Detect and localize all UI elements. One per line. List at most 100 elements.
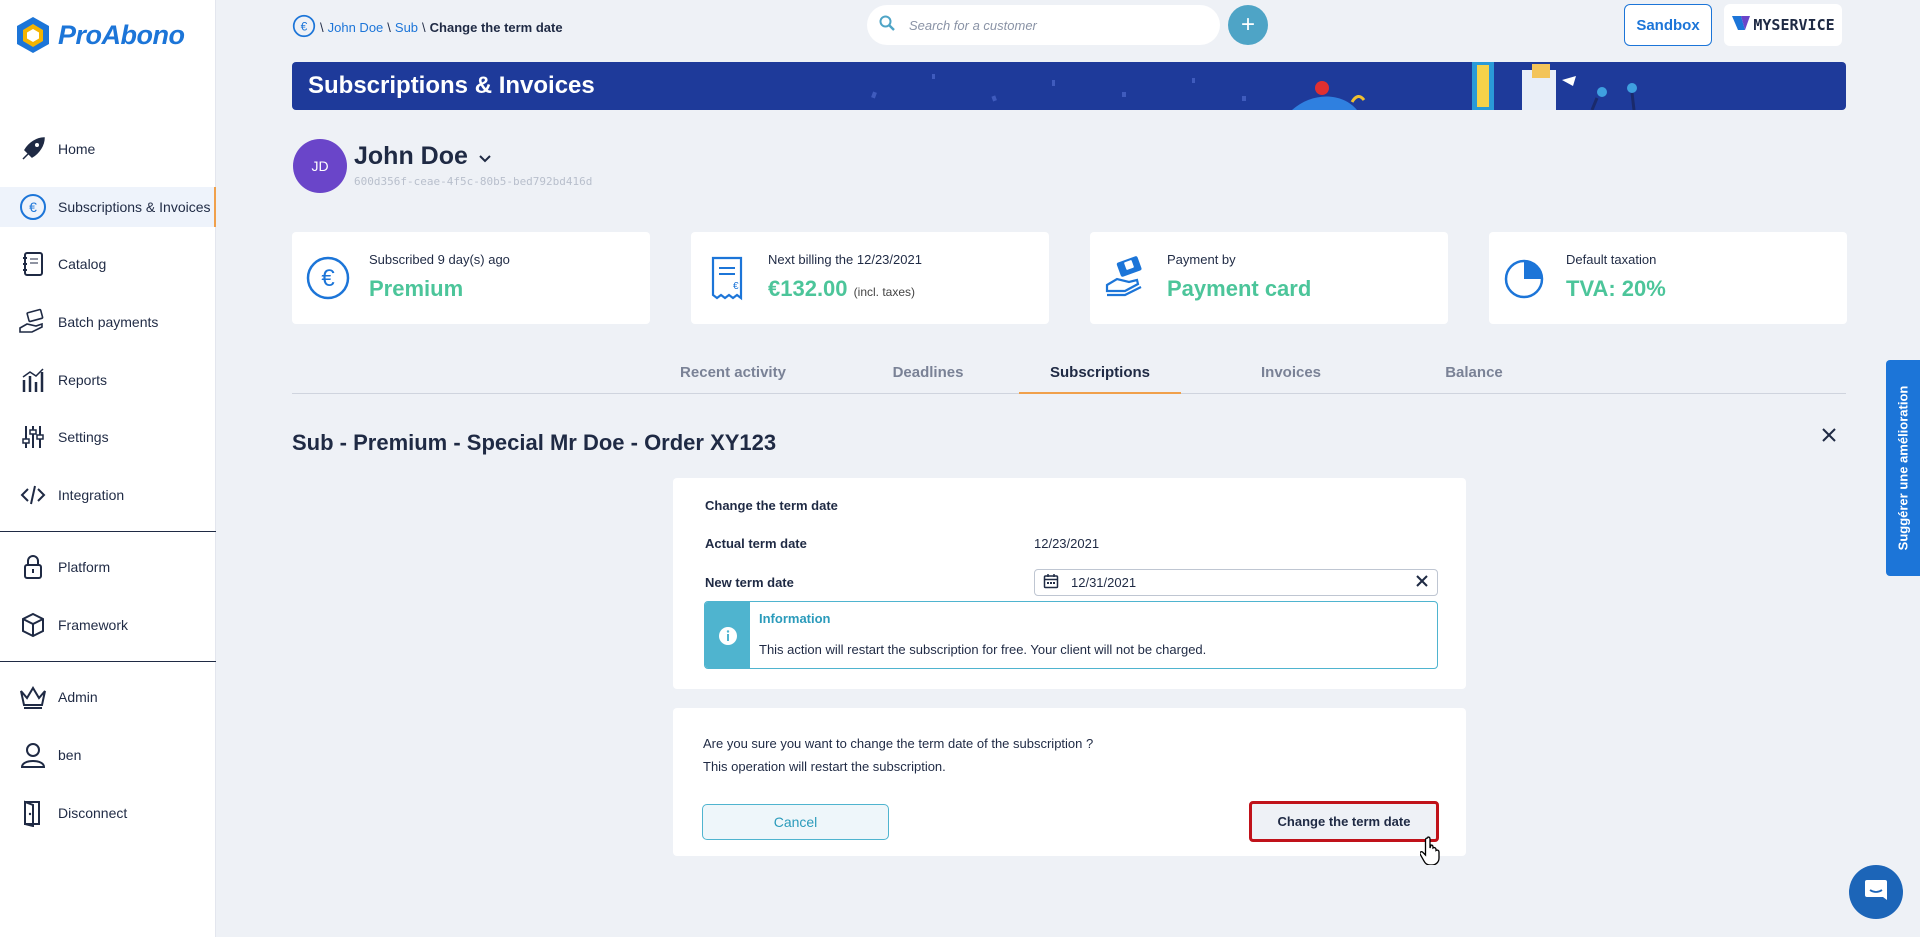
euro-icon: € — [304, 254, 352, 302]
breadcrumb: € \ John Doe \ Sub \ Change the term dat… — [292, 14, 563, 41]
sidebar-item-label: Integration — [58, 487, 125, 503]
sandbox-button[interactable]: Sandbox — [1624, 4, 1712, 46]
euro-icon: € — [18, 192, 48, 222]
sidebar-item-catalog[interactable]: Catalog — [0, 244, 216, 284]
page-banner: Subscriptions & Invoices — [292, 62, 1846, 110]
sidebar-item-label: Subscriptions & Invoices — [58, 199, 211, 215]
summary-card-payment[interactable]: Payment by Payment card — [1090, 232, 1448, 324]
breadcrumb-link-sub[interactable]: Sub — [395, 20, 418, 35]
card-value: TVA: 20% — [1566, 276, 1666, 301]
sidebar-item-integration[interactable]: Integration — [0, 475, 216, 515]
svg-text:€: € — [321, 265, 335, 292]
sidebar-item-label: Batch payments — [58, 314, 159, 330]
customer-name-text: John Doe — [354, 142, 468, 170]
account-name: MYSERVICE — [1753, 16, 1835, 34]
tab-invoices[interactable]: Invoices — [1211, 364, 1371, 394]
svg-text:€: € — [733, 281, 739, 292]
sidebar-divider — [0, 661, 216, 662]
chevron-down-icon[interactable] — [478, 142, 492, 171]
sidebar-item-reports[interactable]: Reports — [0, 360, 216, 400]
sidebar-item-home[interactable]: Home — [0, 129, 216, 169]
sidebar-item-settings[interactable]: Settings — [0, 417, 216, 457]
information-alert: Information This action will restart the… — [704, 601, 1438, 669]
breadcrumb-current: Change the term date — [429, 20, 563, 35]
clear-icon[interactable] — [1415, 573, 1429, 591]
add-button[interactable]: + — [1228, 5, 1268, 45]
sidebar-divider — [0, 531, 216, 532]
summary-card-subscription[interactable]: € Subscribed 9 day(s) ago Premium — [292, 232, 650, 324]
sidebar-item-label: Admin — [58, 689, 98, 705]
lock-icon — [18, 552, 48, 582]
tab-balance[interactable]: Balance — [1394, 364, 1554, 394]
breadcrumb-separator: \ — [387, 20, 391, 35]
logo[interactable]: ProAbono — [16, 16, 185, 54]
tab-recent-activity[interactable]: Recent activity — [648, 364, 818, 394]
new-term-date-label: New term date — [705, 575, 794, 590]
form-heading: Change the term date — [705, 498, 838, 513]
change-term-date-button[interactable]: Change the term date — [1249, 801, 1439, 842]
chat-launcher[interactable] — [1849, 865, 1903, 919]
crown-icon — [18, 682, 48, 712]
euro-icon[interactable]: € — [292, 14, 316, 41]
new-term-date-value: 12/31/2021 — [1071, 575, 1137, 590]
actual-term-date-label: Actual term date — [705, 536, 807, 551]
sidebar-item-label: ben — [58, 747, 82, 763]
confirm-warning: This operation will restart the subscrip… — [703, 759, 946, 774]
calendar-icon[interactable] — [1043, 573, 1059, 592]
sidebar-item-disconnect[interactable]: Disconnect — [0, 793, 216, 833]
breadcrumb-separator: \ — [320, 20, 324, 35]
customer-search[interactable] — [867, 5, 1220, 45]
sidebar-item-label: Platform — [58, 559, 111, 575]
suggest-improvement-label: Suggérer une amélioration — [1895, 385, 1911, 551]
breadcrumb-link-customer[interactable]: John Doe — [328, 20, 384, 35]
sidebar-item-subscriptions[interactable]: € Subscriptions & Invoices — [0, 187, 216, 227]
info-text: This action will restart the subscriptio… — [759, 642, 1207, 657]
sidebar-item-framework[interactable]: Framework — [0, 605, 216, 645]
hand-money-icon — [18, 307, 48, 337]
term-date-form: Change the term date Actual term date 12… — [673, 478, 1466, 689]
sidebar-item-label: Disconnect — [58, 805, 128, 821]
sidebar-item-label: Framework — [58, 617, 129, 633]
subscription-title: Sub - Premium - Special Mr Doe - Order X… — [292, 430, 777, 455]
tab-subscriptions[interactable]: Subscriptions — [1019, 364, 1181, 394]
sidebar-item-platform[interactable]: Platform — [0, 547, 216, 587]
logo-text: ProAbono — [58, 19, 185, 50]
info-icon — [705, 602, 750, 668]
card-value: €132.00 (incl. taxes) — [768, 276, 915, 302]
user-icon — [18, 740, 48, 770]
close-icon[interactable] — [1818, 425, 1840, 447]
pie-icon — [1501, 254, 1549, 302]
proabono-logo-icon — [17, 17, 49, 53]
customer-name[interactable]: John Doe — [354, 142, 492, 171]
sidebar-item-user[interactable]: ben — [0, 735, 216, 775]
invoice-icon: € — [703, 254, 751, 302]
search-input[interactable] — [909, 17, 1189, 33]
sidebar-item-batch-payments[interactable]: Batch payments — [0, 302, 216, 342]
sidebar-item-admin[interactable]: Admin — [0, 677, 216, 717]
avatar: JD — [293, 139, 347, 193]
hand-cursor-icon — [1420, 836, 1440, 865]
sliders-icon — [18, 422, 48, 452]
customer-id: 600d356f-ceae-4f5c-80b5-bed792bd416d — [354, 175, 593, 188]
account-switcher[interactable]: MYSERVICE — [1724, 4, 1842, 46]
cancel-button[interactable]: Cancel — [702, 804, 889, 840]
card-label: Next billing the 12/23/2021 — [768, 252, 922, 267]
card-value-amount: €132.00 — [768, 276, 848, 301]
rocket-icon — [18, 134, 48, 164]
suggest-improvement-tab[interactable]: Suggérer une amélioration — [1886, 360, 1920, 576]
code-icon — [18, 480, 48, 510]
confirmation-panel: Are you sure you want to change the term… — [673, 708, 1466, 856]
sidebar: ProAbono Home € Subscriptions & Invoices… — [0, 0, 216, 937]
notebook-icon — [18, 249, 48, 279]
customer-tabs: Recent activity Deadlines Subscriptions … — [292, 358, 1846, 394]
tab-deadlines[interactable]: Deadlines — [848, 364, 1008, 394]
new-term-date-field[interactable]: 12/31/2021 — [1034, 569, 1438, 596]
summary-card-billing[interactable]: € Next billing the 12/23/2021 €132.00 (i… — [691, 232, 1049, 324]
door-icon — [18, 798, 48, 828]
sidebar-item-label: Reports — [58, 372, 108, 388]
summary-card-taxation[interactable]: Default taxation TVA: 20% — [1489, 232, 1847, 324]
banner-illustration — [871, 62, 1637, 110]
svg-text:€: € — [301, 19, 308, 33]
search-icon — [879, 15, 895, 36]
confirm-question: Are you sure you want to change the term… — [703, 736, 1094, 751]
